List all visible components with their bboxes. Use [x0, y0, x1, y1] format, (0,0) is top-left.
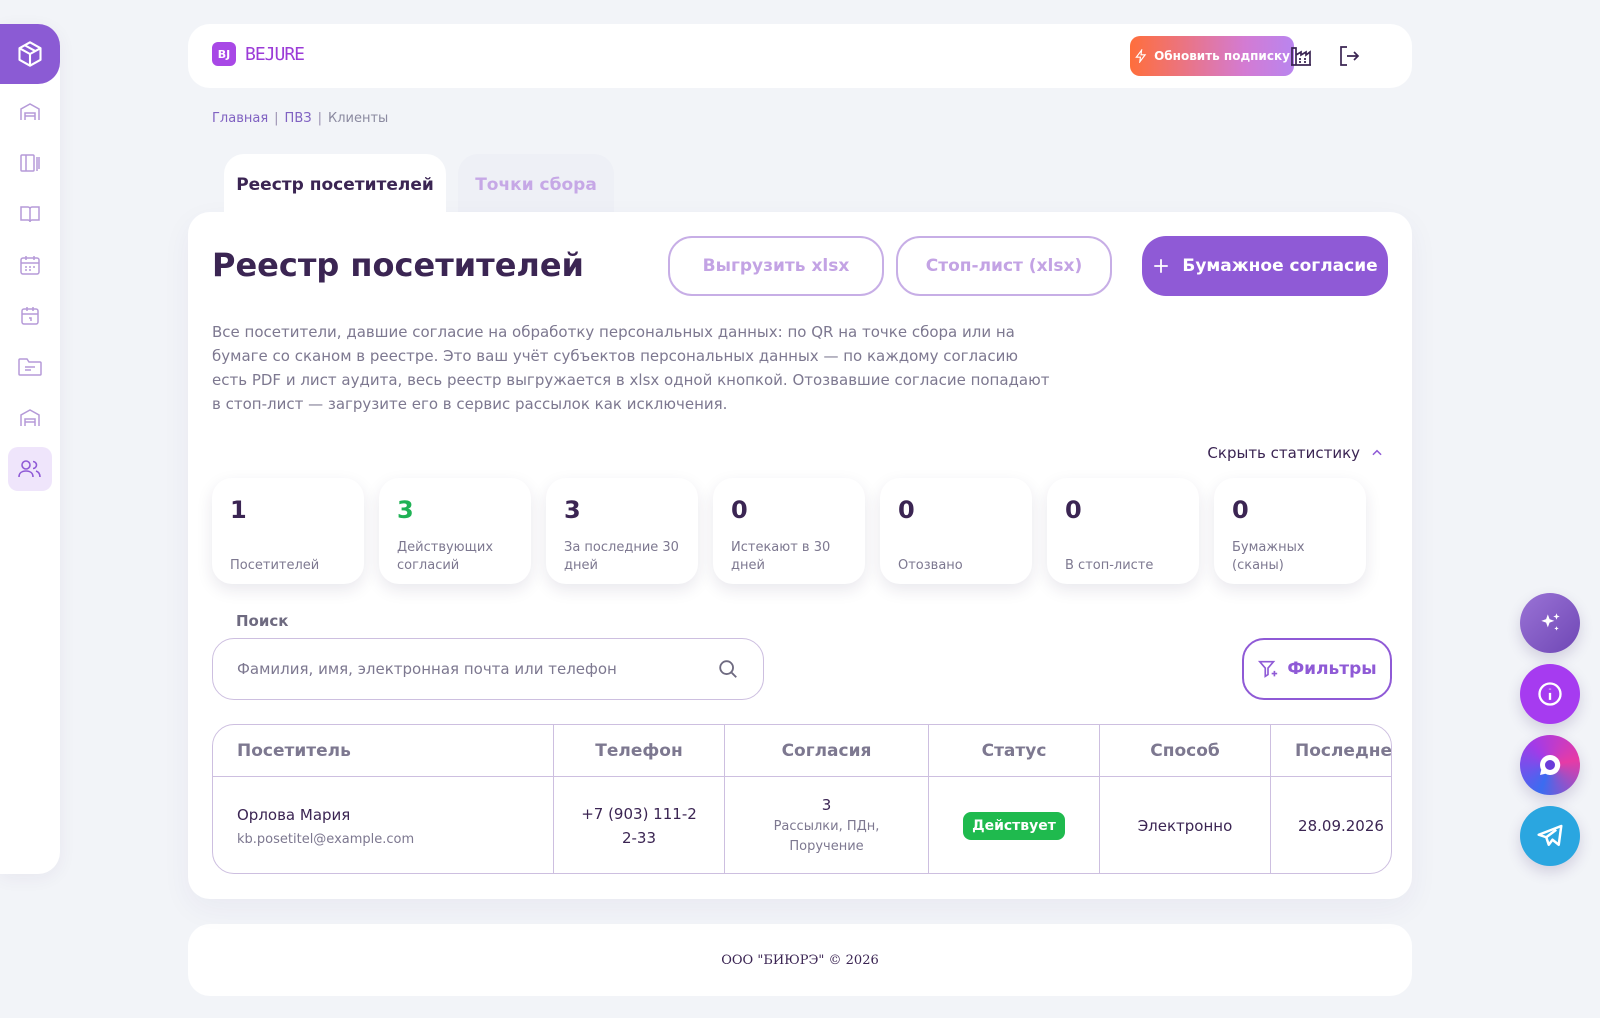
stat-card-paper-scans: 0 Бумажных (сканы)	[1214, 478, 1366, 584]
stat-value: 0	[898, 496, 915, 524]
breadcrumb: Главная | ПВЗ | Клиенты	[212, 111, 389, 126]
visitor-email: kb.posetitel@example.com	[237, 831, 415, 847]
ai-assistant-button[interactable]	[1520, 593, 1580, 653]
search-icon[interactable]	[717, 658, 739, 680]
stat-label: Бумажных (сканы)	[1232, 540, 1305, 573]
breadcrumb-clients: Клиенты	[327, 111, 389, 126]
stat-label: Действующих согласий	[397, 540, 494, 573]
chat-bubble-icon	[1540, 754, 1561, 775]
table-header-row: Посетитель Телефон Согласия Статус Спосо…	[213, 725, 1391, 777]
search-label: Поиск	[236, 612, 289, 630]
phone-cell: +7 (903) 111-22-33	[554, 777, 725, 873]
export-xlsx-button[interactable]: Выгрузить xlsx	[668, 236, 884, 296]
upgrade-label: Обновить подписку	[1154, 49, 1290, 63]
sidebar-item-schedule[interactable]	[8, 294, 52, 338]
status-cell: Действует	[929, 777, 1100, 873]
stat-card-active-consents: 3 Действующих согласий	[379, 478, 531, 584]
paper-consent-button[interactable]: Бумажное согласие	[1142, 236, 1388, 296]
paper-consent-label: Бумажное согласие	[1182, 256, 1378, 276]
visitor-cell: Орлова Мария kb.posetitel@example.com	[213, 777, 554, 873]
consents-cell: 3 Рассылки, ПДн, Поручение	[725, 777, 929, 873]
column-header-last[interactable]: Последнее	[1271, 725, 1391, 776]
factory-icon[interactable]	[1286, 41, 1316, 71]
stat-value: 1	[230, 496, 247, 524]
filter-icon	[1258, 660, 1278, 678]
filters-button[interactable]: Фильтры	[1242, 638, 1392, 700]
stat-label: Посетителей	[230, 558, 320, 573]
tab-collection-points[interactable]: Точки сбора	[458, 154, 614, 218]
breadcrumb-pvz[interactable]: ПВЗ	[285, 111, 312, 126]
info-icon	[1538, 682, 1562, 706]
last-cell: 28.09.2026	[1271, 777, 1391, 873]
sidebar-item-folder[interactable]	[8, 345, 52, 389]
last-date: 28.09.2026	[1298, 817, 1384, 835]
chevron-up-icon	[1372, 449, 1382, 456]
hide-stats-label: Скрыть статистику	[1207, 444, 1360, 462]
top-header: BJ BEJURE Обновить подписку	[188, 24, 1412, 88]
main-card: Реестр посетителей Выгрузить xlsx Стоп-л…	[188, 212, 1412, 899]
stat-card-revoked: 0 Отозвано	[880, 478, 1032, 584]
stat-card-expiring: 0 Истекают в 30 дней	[713, 478, 865, 584]
stoplist-xlsx-button[interactable]: Стоп-лист (xlsx)	[896, 236, 1112, 296]
telegram-icon	[1537, 824, 1563, 846]
sidebar-item-warehouse[interactable]	[8, 90, 52, 134]
stat-value: 3	[397, 496, 414, 524]
column-header-method[interactable]: Способ	[1100, 725, 1271, 776]
breadcrumb-home[interactable]: Главная	[212, 111, 268, 126]
logo[interactable]: BJ BEJURE	[212, 42, 305, 66]
logout-icon[interactable]	[1334, 41, 1364, 71]
upgrade-subscription-button[interactable]: Обновить подписку	[1130, 36, 1294, 76]
page-description: Все посетители, давшие согласие на обраб…	[212, 323, 1050, 413]
visitors-table: Посетитель Телефон Согласия Статус Спосо…	[212, 724, 1392, 874]
sidebar	[0, 24, 60, 874]
chat-button[interactable]	[1520, 735, 1580, 795]
stat-label: Отозвано	[898, 558, 963, 573]
consents-types: Рассылки, ПДн, Поручение	[773, 819, 880, 854]
stat-value: 0	[1232, 496, 1249, 524]
method-cell: Электронно	[1100, 777, 1271, 873]
search-box	[212, 638, 764, 700]
table-row[interactable]: Орлова Мария kb.posetitel@example.com +7…	[213, 777, 1391, 873]
stat-value: 0	[731, 496, 748, 524]
search-input[interactable]	[237, 660, 677, 678]
column-header-consents[interactable]: Согласия	[725, 725, 929, 776]
stat-label: За последние 30 дней	[564, 540, 679, 573]
consents-count: 3	[821, 796, 832, 814]
filters-label: Фильтры	[1287, 659, 1377, 679]
footer-copyright: ООО "БИЮРЭ" © 2026	[721, 952, 879, 968]
consent-method: Электронно	[1137, 817, 1233, 835]
column-header-status[interactable]: Статус	[929, 725, 1100, 776]
stat-value: 3	[564, 496, 581, 524]
hide-stats-toggle[interactable]: Скрыть статистику	[1207, 444, 1384, 462]
sparkles-icon	[1541, 613, 1560, 631]
page-title: Реестр посетителей	[212, 246, 584, 284]
info-button[interactable]	[1520, 664, 1580, 724]
status-badge: Действует	[963, 812, 1065, 840]
sidebar-item-pickup-points[interactable]	[8, 396, 52, 440]
stat-label: В стоп-листе	[1065, 558, 1154, 573]
column-header-phone[interactable]: Телефон	[554, 725, 725, 776]
products-box-icon[interactable]	[0, 24, 60, 84]
plus-icon	[1154, 259, 1169, 273]
tab-visitor-registry[interactable]: Реестр посетителей	[224, 154, 446, 218]
stat-card-visitors: 1 Посетителей	[212, 478, 364, 584]
column-header-visitor[interactable]: Посетитель	[213, 725, 554, 776]
sidebar-item-documents[interactable]	[8, 141, 52, 185]
telegram-button[interactable]	[1520, 806, 1580, 866]
logo-text: BEJURE	[245, 43, 305, 65]
logo-mark: BJ	[212, 42, 236, 66]
visitor-phone: +7 (903) 111-22-33	[581, 805, 697, 847]
stat-card-stoplist: 0 В стоп-листе	[1047, 478, 1199, 584]
sidebar-item-clients[interactable]	[8, 447, 52, 491]
footer: ООО "БИЮРЭ" © 2026	[188, 924, 1412, 996]
stat-label: Истекают в 30 дней	[731, 540, 831, 573]
stat-card-last-30-days: 3 За последние 30 дней	[546, 478, 698, 584]
sidebar-item-book[interactable]	[8, 192, 52, 236]
visitor-name[interactable]: Орлова Мария	[237, 806, 350, 824]
stat-value: 0	[1065, 496, 1082, 524]
sidebar-item-calendar[interactable]	[8, 243, 52, 287]
lightning-icon	[1135, 49, 1147, 63]
